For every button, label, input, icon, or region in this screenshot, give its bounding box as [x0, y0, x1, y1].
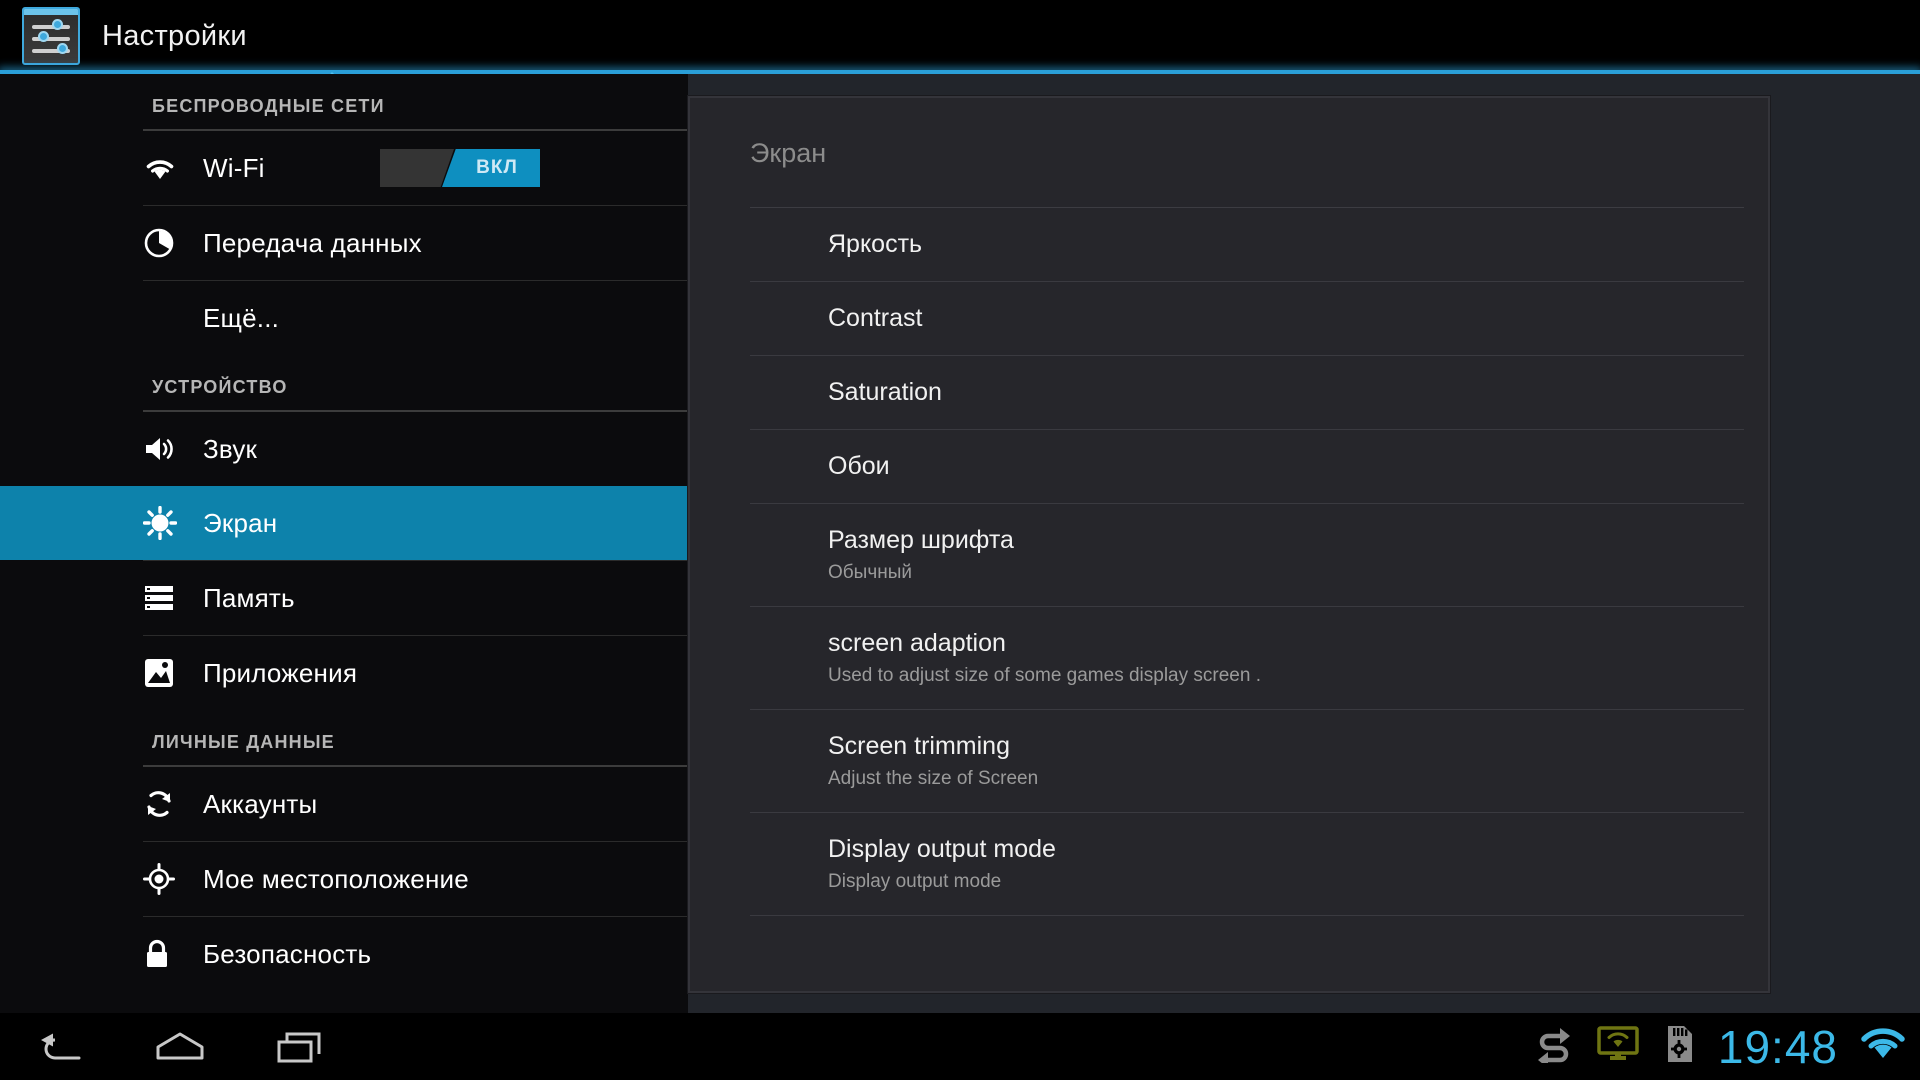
sidebar-item-security[interactable]: Безопасность	[0, 917, 688, 991]
pref-wallpaper[interactable]: Обои	[690, 430, 1768, 503]
pref-title: Display output mode	[828, 835, 1056, 863]
sd-card-settings-icon[interactable]	[1662, 1024, 1696, 1069]
settings-sidebar: БЕСПРОВОДНЫЕ СЕТИ Wi-Fi ВКЛ Передача дан…	[0, 74, 688, 1013]
sidebar-item-location[interactable]: Мое местоположение	[0, 842, 688, 916]
pref-title: screen adaption	[828, 629, 1006, 657]
pref-display-output-mode[interactable]: Display output mode Display output mode	[690, 813, 1768, 915]
sidebar-item-more[interactable]: Ещё...	[0, 281, 688, 355]
system-navigation-bar: 19:48	[0, 1013, 1920, 1080]
sidebar-item-label: Безопасность	[203, 938, 372, 969]
wireless-display-icon[interactable]	[1596, 1025, 1640, 1068]
sidebar-item-data-usage[interactable]: Передача данных	[0, 206, 688, 280]
status-clock: 19:48	[1717, 1020, 1838, 1073]
toggle-state-label: ВКЛ	[476, 157, 518, 178]
pref-title: Saturation	[828, 378, 942, 406]
pref-title: Screen trimming	[828, 732, 1010, 760]
pref-title: Размер шрифта	[828, 526, 1014, 554]
workspace: БЕСПРОВОДНЫЕ СЕТИ Wi-Fi ВКЛ Передача дан…	[0, 74, 1920, 1013]
sidebar-item-sound[interactable]: Звук	[0, 412, 688, 486]
sidebar-item-storage[interactable]: Память	[0, 561, 688, 635]
sidebar-item-label: Ещё...	[203, 302, 280, 333]
sync-status-icon[interactable]	[1534, 1025, 1574, 1068]
lock-icon	[143, 938, 189, 970]
pref-screen-trimming[interactable]: Screen trimming Adjust the size of Scree…	[690, 710, 1768, 812]
volume-icon	[143, 434, 189, 464]
wifi-status-icon[interactable]	[1860, 1026, 1906, 1067]
sidebar-item-apps[interactable]: Приложения	[0, 636, 688, 710]
wifi-toggle[interactable]: ВКЛ	[380, 149, 540, 187]
wifi-icon	[143, 155, 189, 181]
recents-icon[interactable]	[240, 1013, 360, 1080]
storage-icon	[143, 584, 189, 612]
back-icon[interactable]	[0, 1013, 120, 1080]
divider	[750, 915, 1744, 916]
panel-title: Экран	[750, 138, 827, 168]
section-header-wireless: БЕСПРОВОДНЫЕ СЕТИ	[152, 96, 385, 116]
pref-title: Contrast	[828, 304, 923, 332]
apps-icon	[143, 657, 189, 689]
pref-contrast[interactable]: Contrast	[690, 282, 1768, 355]
sidebar-item-label: Приложения	[203, 657, 358, 688]
status-area: 19:48	[1534, 1013, 1906, 1080]
pref-title: Яркость	[828, 230, 923, 258]
pref-subtitle: Adjust the size of Screen	[828, 768, 1039, 789]
sidebar-item-wifi[interactable]: Wi-Fi ВКЛ	[0, 131, 688, 205]
pref-title: Обои	[828, 452, 890, 480]
android-settings-screen: Настройки БЕСПРОВОДНЫЕ СЕТИ Wi-Fi ВКЛ Пе…	[0, 0, 1920, 1080]
nav-buttons	[0, 1013, 360, 1080]
location-icon	[143, 863, 189, 895]
pref-font-size[interactable]: Размер шрифта Обычный	[690, 504, 1768, 606]
pref-brightness[interactable]: Яркость	[690, 208, 1768, 281]
sync-icon	[143, 788, 189, 820]
pref-subtitle: Обычный	[828, 562, 912, 583]
pref-screen-adaption[interactable]: screen adaption Used to adjust size of s…	[690, 607, 1768, 709]
sidebar-item-label: Мое местоположение	[203, 863, 469, 894]
sidebar-item-accounts[interactable]: Аккаунты	[0, 767, 688, 841]
sidebar-item-label: Звук	[203, 433, 258, 464]
display-settings-panel: Экран Яркость Contrast Saturation Обои Р…	[688, 96, 1770, 993]
section-header-personal: ЛИЧНЫЕ ДАННЫЕ	[152, 732, 335, 752]
home-icon[interactable]	[120, 1013, 240, 1080]
pref-subtitle: Display output mode	[828, 871, 1002, 892]
settings-sliders-icon	[22, 7, 80, 65]
sidebar-item-label: Wi-Fi	[203, 152, 265, 183]
title-bar: Настройки	[0, 0, 1920, 72]
pref-subtitle: Used to adjust size of some games displa…	[828, 665, 1261, 686]
page-title: Настройки	[102, 19, 247, 52]
section-header-device: УСТРОЙСТВО	[152, 377, 288, 397]
sidebar-item-label: Память	[203, 582, 295, 613]
pref-saturation[interactable]: Saturation	[690, 356, 1768, 429]
toggle-off-half	[380, 149, 454, 187]
sidebar-item-display[interactable]: Экран	[0, 486, 688, 560]
sidebar-item-label: Экран	[203, 507, 278, 538]
brightness-icon	[143, 506, 189, 540]
sidebar-item-label: Передача данных	[203, 227, 422, 258]
sidebar-item-label: Аккаунты	[203, 788, 318, 819]
toggle-on-half: ВКЛ	[442, 149, 540, 187]
data-usage-icon	[143, 227, 189, 259]
